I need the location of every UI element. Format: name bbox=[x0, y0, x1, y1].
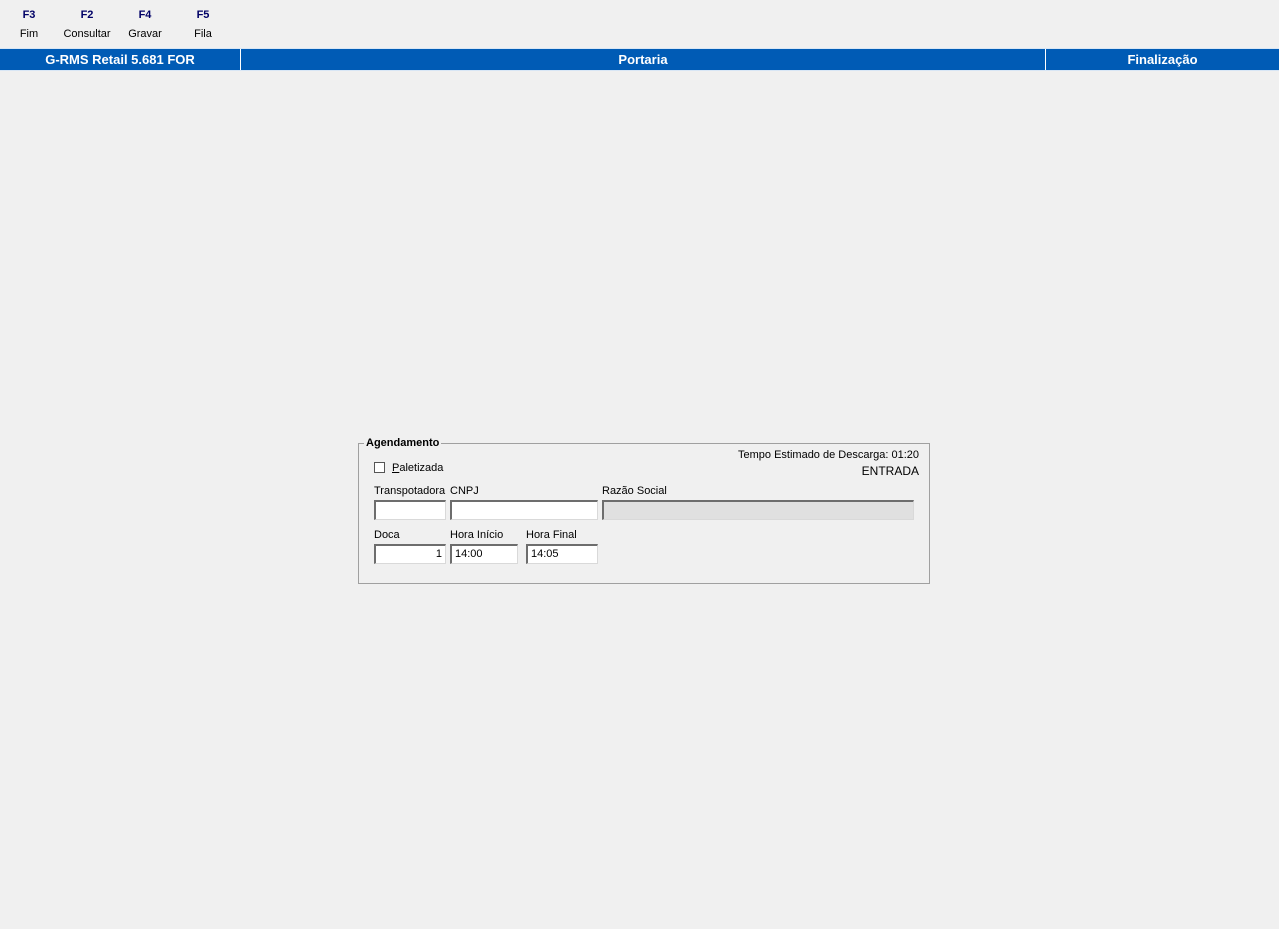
f2-key: F2 bbox=[80, 9, 94, 21]
f5-label: Fila bbox=[194, 28, 212, 40]
tempo-estimado-descarga: Tempo Estimado de Descarga: 01:20 bbox=[738, 449, 919, 461]
f4-key: F4 bbox=[138, 9, 152, 21]
transportadora-label: Transpotadora bbox=[374, 485, 446, 497]
agendamento-group-title: Agendamento bbox=[364, 436, 442, 450]
app-version-title: G-RMS Retail 5.681 FOR bbox=[45, 52, 195, 67]
razao-social-label: Razão Social bbox=[602, 485, 667, 497]
paletizada-checkbox[interactable] bbox=[374, 462, 385, 473]
f5-fila-button[interactable]: F5 Fila bbox=[188, 8, 218, 41]
hora-final-input[interactable]: 14:05 bbox=[526, 544, 598, 564]
cnpj-label: CNPJ bbox=[450, 485, 479, 497]
f5-key: F5 bbox=[196, 9, 210, 21]
f3-label: Fim bbox=[19, 28, 39, 40]
function-key-toolbar: F3 Fim F2 Consultar F4 Gravar F5 Fila bbox=[0, 0, 1279, 46]
mode-title: Finalização bbox=[1127, 52, 1198, 67]
tipo-operacao-label: ENTRADA bbox=[861, 464, 919, 478]
f3-fim-button[interactable]: F3 Fim bbox=[13, 8, 45, 41]
transportadora-input[interactable] bbox=[374, 500, 446, 520]
paletizada-label[interactable]: Paletizada bbox=[392, 462, 443, 475]
doca-input[interactable]: 1 bbox=[374, 544, 446, 564]
module-title: Portaria bbox=[618, 52, 668, 67]
f2-consultar-button[interactable]: F2 Consultar bbox=[58, 8, 116, 41]
f4-label: Gravar bbox=[128, 28, 162, 40]
paletizada-label-rest: aletizada bbox=[399, 462, 444, 474]
cnpj-input[interactable] bbox=[450, 500, 598, 520]
f4-gravar-button[interactable]: F4 Gravar bbox=[125, 8, 165, 41]
hora-final-label: Hora Final bbox=[526, 529, 577, 541]
hora-inicio-label: Hora Início bbox=[450, 529, 504, 541]
doca-label: Doca bbox=[374, 529, 400, 541]
title-bar: G-RMS Retail 5.681 FOR Portaria Finaliza… bbox=[0, 48, 1279, 71]
f3-key: F3 bbox=[22, 9, 36, 21]
hora-inicio-input[interactable]: 14:00 bbox=[450, 544, 518, 564]
razao-social-input bbox=[602, 500, 914, 520]
f2-label: Consultar bbox=[63, 28, 111, 40]
